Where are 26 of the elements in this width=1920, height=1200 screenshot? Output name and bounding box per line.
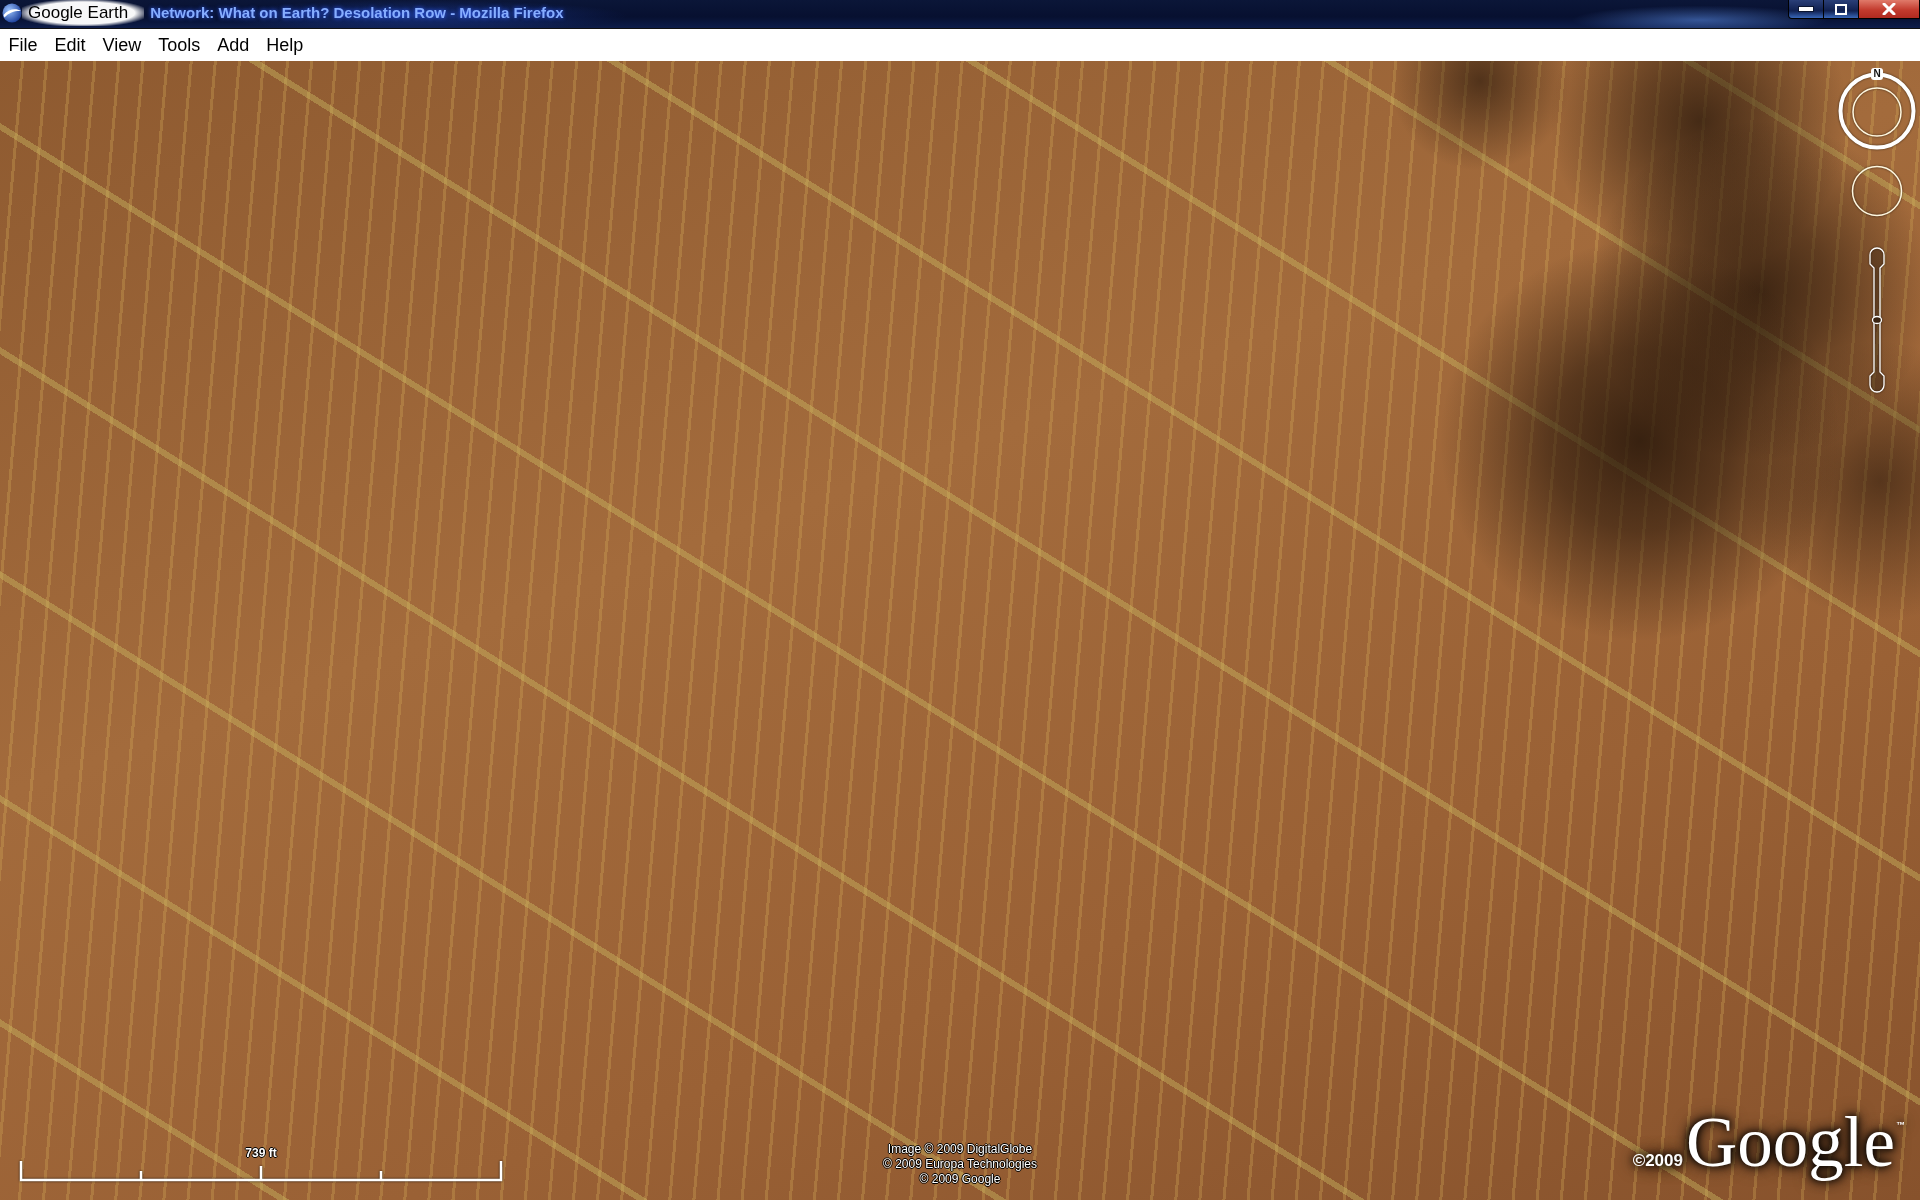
close-icon: [1882, 3, 1896, 15]
compass-ring[interactable]: [1837, 71, 1917, 151]
scale-label: 739 ft: [245, 1146, 277, 1160]
globe-icon: [2, 3, 22, 23]
zoom-slider-track[interactable]: [1867, 246, 1887, 394]
menu-item[interactable]: View: [94, 32, 150, 58]
trademark-symbol: ™: [1896, 1120, 1905, 1130]
copyright-text: ©2009: [1632, 1151, 1683, 1171]
minimize-icon: [1798, 6, 1814, 12]
menu-item[interactable]: File: [0, 32, 46, 58]
attribution-text: © 2009 Google: [919, 1172, 1001, 1187]
menu-item[interactable]: Edit: [46, 32, 95, 58]
maximize-icon: [1835, 3, 1847, 15]
look-control-ring[interactable]: [1851, 165, 1903, 217]
maximize-button[interactable]: [1824, 0, 1859, 19]
menu-item[interactable]: Help: [257, 32, 312, 58]
attribution-text: © 2009 Europa Technologies: [882, 1157, 1038, 1172]
background-window-title: Network: What on Earth? Desolation Row - Mozilla Firefox: [150, 3, 564, 23]
attribution-text: Image © 2009 DigitalGlobe: [887, 1142, 1033, 1157]
minimize-button[interactable]: [1788, 0, 1824, 19]
close-button[interactable]: [1859, 0, 1920, 19]
north-label: N: [1871, 68, 1883, 80]
zoom-slider-thumb[interactable]: [1871, 315, 1883, 325]
menu-item[interactable]: Tools: [149, 32, 209, 58]
window-title: Google Earth: [22, 0, 145, 26]
menu-item[interactable]: Add: [208, 32, 258, 58]
